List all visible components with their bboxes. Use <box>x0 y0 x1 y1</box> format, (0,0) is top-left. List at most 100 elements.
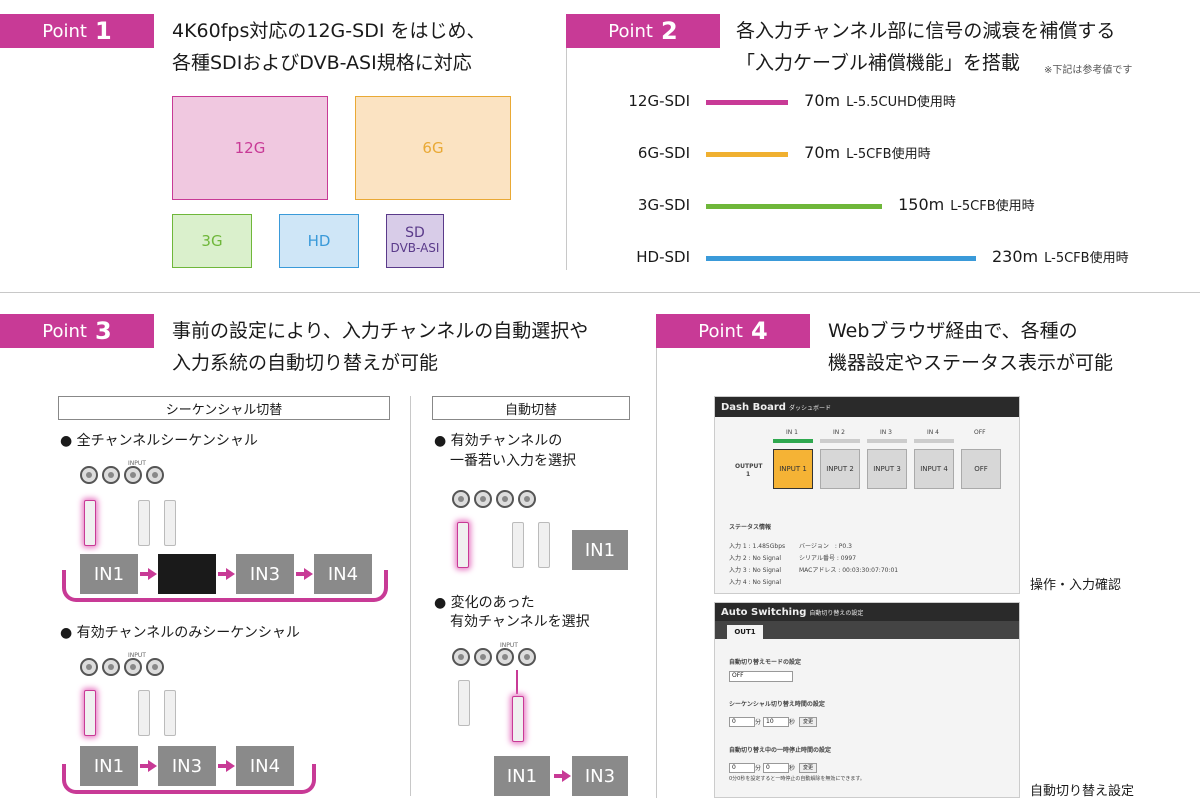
autoswitch-seq-change-button[interactable]: 変更 <box>799 717 817 727</box>
cable-type: L-5CFB使用時 <box>846 147 931 162</box>
auto-change-in1: IN1 <box>494 756 550 796</box>
dashboard-input-tile[interactable]: OFF <box>961 449 1001 489</box>
bnc-connector-icon <box>146 658 164 676</box>
auto-lowest-in1: IN1 <box>572 530 628 570</box>
point3-heading-line1: 事前の設定により、入力チャンネルの自動選択や <box>172 320 589 342</box>
seq-valid-input-label: INPUT <box>128 652 146 659</box>
auto-change-title-1: ● 変化のあった <box>434 595 535 611</box>
point2-heading-line1: 各入力チャンネル部に信号の減衰を補償する <box>736 20 1116 42</box>
bnc-connector-icon <box>518 490 536 508</box>
cable-type: L-5CFB使用時 <box>950 199 1035 214</box>
bnc-connector-icon <box>102 466 120 484</box>
cable-length-text: 70m L-5.5CUHD使用時 <box>804 91 956 110</box>
autoswitch-seq-min-input[interactable]: 0 <box>729 717 755 727</box>
dashboard-status-input: 入力 3 : No Signal <box>729 567 782 574</box>
format-box-3g: 3G <box>172 214 252 268</box>
auto-lowest-title-2: 一番若い入力を選択 <box>450 453 576 469</box>
auto-switch-tag: 自動切替 <box>432 396 630 420</box>
bnc-connector-icon <box>496 648 514 666</box>
format-box-sd: SD DVB-ASI <box>386 214 444 268</box>
point2-note: ※下記は参考値です <box>1044 65 1133 76</box>
point1-badge-word: Point <box>42 20 87 42</box>
bnc-connector-icon <box>124 658 142 676</box>
autoswitch-seq-sec-input[interactable]: 10 <box>763 717 789 727</box>
autoswitch-subtitle: 自動切り替えの設定 <box>809 609 864 617</box>
autoswitch-mode-select[interactable]: OFF <box>729 671 793 682</box>
autoswitch-pause-change-button[interactable]: 変更 <box>799 763 817 773</box>
cable-length-value: 150m <box>898 195 945 214</box>
autoswitch-pause-min-input[interactable]: 0 <box>729 763 755 773</box>
autoswitch-pause-sec-input[interactable]: 0 <box>763 763 789 773</box>
bnc-connector-icon <box>146 466 164 484</box>
cable-length-bar <box>706 204 883 209</box>
autoswitch-caption: 自動切り替え設定 <box>1030 784 1135 799</box>
autoswitch-pause-min-unit: 分 <box>755 765 762 772</box>
cable-plug-active-icon <box>512 696 524 742</box>
dashboard-status-title: ステータス情報 <box>729 524 772 531</box>
autoswitch-seq-sec-unit: 秒 <box>789 719 796 726</box>
cable-type: L-5.5CUHD使用時 <box>846 95 956 110</box>
point2-badge-word: Point <box>608 20 653 42</box>
auto-change-in3: IN3 <box>572 756 628 796</box>
bnc-connector-icon <box>474 648 492 666</box>
seq-all-connectors <box>80 466 164 484</box>
divider-middle <box>0 292 1200 293</box>
format-label-3g: 3G <box>201 232 223 250</box>
autoswitch-tab-out1[interactable]: OUT1 <box>727 625 763 639</box>
divider-bottom-center <box>656 346 657 798</box>
dashboard-input-tile[interactable]: INPUT 2 <box>820 449 860 489</box>
bnc-connector-icon <box>102 658 120 676</box>
format-label-6g: 6G <box>422 139 444 157</box>
point1-heading-line1: 4K60fps対応の12G-SDI をはじめ、 <box>172 20 486 42</box>
dashboard-input-tile[interactable]: INPUT 4 <box>914 449 954 489</box>
format-box-6g: 6G <box>355 96 511 200</box>
dashboard-input-header: IN 4 <box>927 429 939 436</box>
auto-lowest-connectors <box>452 490 536 508</box>
dashboard-input-header: OFF <box>974 429 986 436</box>
bnc-connector-icon <box>80 658 98 676</box>
dashboard-subtitle: ダッシュボード <box>788 404 831 412</box>
dashboard-output-label: OUTPUT <box>735 463 763 470</box>
cable-plug-icon <box>164 690 176 736</box>
auto-change-input-label: INPUT <box>500 642 518 649</box>
point4-heading-line2: 機器設定やステータス表示が可能 <box>828 352 1114 374</box>
dashboard-input-tile[interactable]: INPUT 1 <box>773 449 813 489</box>
autoswitch-seq-label: シーケンシャル切り替え時間の設定 <box>729 701 825 708</box>
point4-badge: Point 4 <box>656 314 810 348</box>
bnc-connector-icon <box>80 466 98 484</box>
dashboard-output-number: 1 <box>746 471 751 478</box>
cable-plug-active-icon <box>457 522 469 568</box>
cable-plug-active-icon <box>84 500 96 546</box>
point2-heading-line2: 「入力ケーブル補償機能」を搭載 <box>736 52 1020 74</box>
arrow-up-icon <box>516 670 518 694</box>
cable-length-bar <box>706 152 789 157</box>
cable-plug-icon <box>512 522 524 568</box>
dashboard-status-device: MACアドレス : 00:03:30:07:70:01 <box>799 567 899 574</box>
dashboard-status-input: 入力 4 : No Signal <box>729 579 782 586</box>
cable-length-text: 70m L-5CFB使用時 <box>804 143 930 162</box>
cable-plug-icon <box>164 500 176 546</box>
dashboard-input-indicator <box>867 439 907 443</box>
cable-label: 3G-SDI <box>637 196 690 214</box>
autoswitch-mode-label: 自動切り替えモードの設定 <box>729 659 802 666</box>
point1-badge: Point 1 <box>0 14 154 48</box>
auto-change-title-2: 有効チャンネルを選択 <box>450 614 590 630</box>
dashboard-titlebar: Dash Board ダッシュボード <box>715 397 1019 417</box>
seq-all-input-label: INPUT <box>128 460 146 467</box>
point4-heading-line1: Webブラウザ経由で、各種の <box>828 320 1078 342</box>
cable-plug-active-icon <box>84 690 96 736</box>
seq-all-title: ● 全チャンネルシーケンシャル <box>60 433 258 449</box>
dashboard-screenshot: Dash Board ダッシュボード IN 1 IN 2 IN 3 IN 4 OFF O… <box>714 396 1020 594</box>
cable-length-text: 230m L-5CFB使用時 <box>992 247 1129 266</box>
point2-badge-number: 2 <box>661 17 678 45</box>
point1-badge-number: 1 <box>95 17 112 45</box>
cable-length-bar <box>706 100 789 105</box>
autoswitch-screenshot: Auto Switching 自動切り替えの設定 OUT1 自動切り替えモードの… <box>714 602 1020 798</box>
autoswitch-pause-label: 自動切り替え中の一時停止時間の設定 <box>729 747 832 754</box>
bnc-connector-icon <box>452 648 470 666</box>
dashboard-status-input: 入力 2 : No Signal <box>729 555 782 562</box>
bnc-connector-icon <box>452 490 470 508</box>
cable-plug-icon <box>138 500 150 546</box>
format-box-hd: HD <box>279 214 359 268</box>
dashboard-input-tile[interactable]: INPUT 3 <box>867 449 907 489</box>
